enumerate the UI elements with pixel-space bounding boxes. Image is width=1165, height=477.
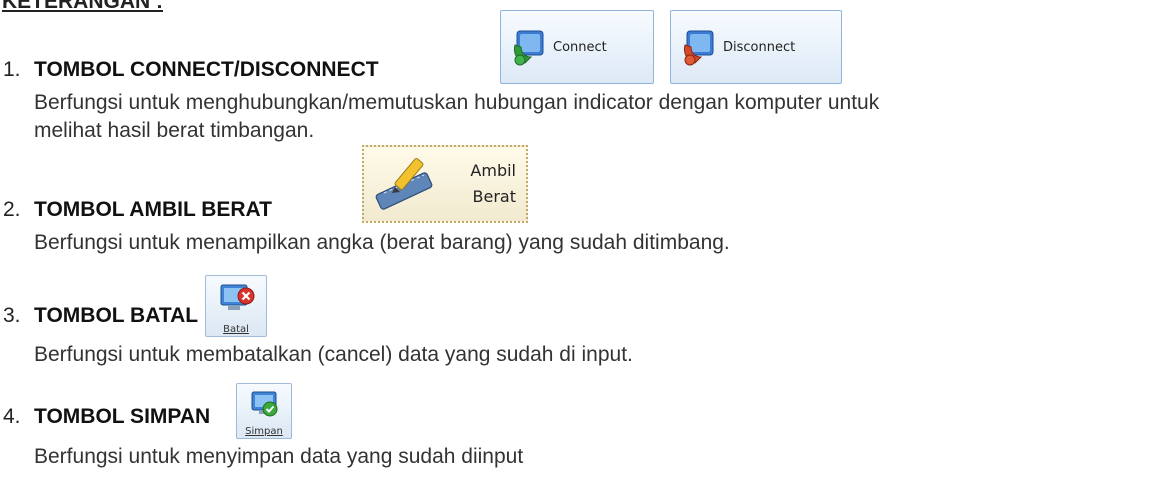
connect-button[interactable]: Connect (500, 10, 654, 84)
item-4-number: 4. (3, 405, 21, 428)
batal-button[interactable]: Batal (205, 275, 267, 337)
item-2-title: TOMBOL AMBIL BERAT (34, 198, 272, 221)
item-1-number: 1. (3, 58, 21, 81)
item-1-description-line1: Berfungsi untuk menghubungkan/memutuskan… (34, 91, 880, 114)
item-4-title: TOMBOL SIMPAN (34, 405, 211, 428)
connect-label: Connect (553, 39, 607, 55)
pen-ruler-icon (370, 149, 440, 219)
berat-label: Berat (472, 187, 516, 206)
disconnect-label: Disconnect (723, 39, 796, 55)
item-1-description-line2: melihat hasil berat timbangan. (34, 119, 315, 142)
disconnect-button[interactable]: Disconnect (670, 10, 842, 84)
ambil-label: Ambil (470, 161, 516, 180)
simpan-button[interactable]: Simpan (236, 383, 292, 439)
item-3-number: 3. (3, 304, 21, 327)
item-2-description: Berfungsi untuk menampilkan angka (berat… (34, 231, 730, 254)
network-computer-icon (511, 27, 547, 67)
item-4-description: Berfungsi untuk menyimpan data yang suda… (34, 445, 524, 468)
batal-label: Batal (223, 324, 249, 335)
computer-cancel-icon (218, 282, 256, 321)
computer-check-icon (248, 389, 282, 426)
item-1-title: TOMBOL CONNECT/DISCONNECT (34, 58, 379, 81)
network-computer-icon (681, 27, 717, 67)
section-heading: KETERANGAN : (2, 0, 163, 13)
item-3-description: Berfungsi untuk membatalkan (cancel) dat… (34, 343, 633, 366)
ambil-berat-button[interactable]: Ambil Berat (362, 145, 528, 223)
simpan-label: Simpan (245, 426, 283, 437)
item-2-number: 2. (3, 198, 21, 221)
item-3-title: TOMBOL BATAL (34, 304, 199, 327)
